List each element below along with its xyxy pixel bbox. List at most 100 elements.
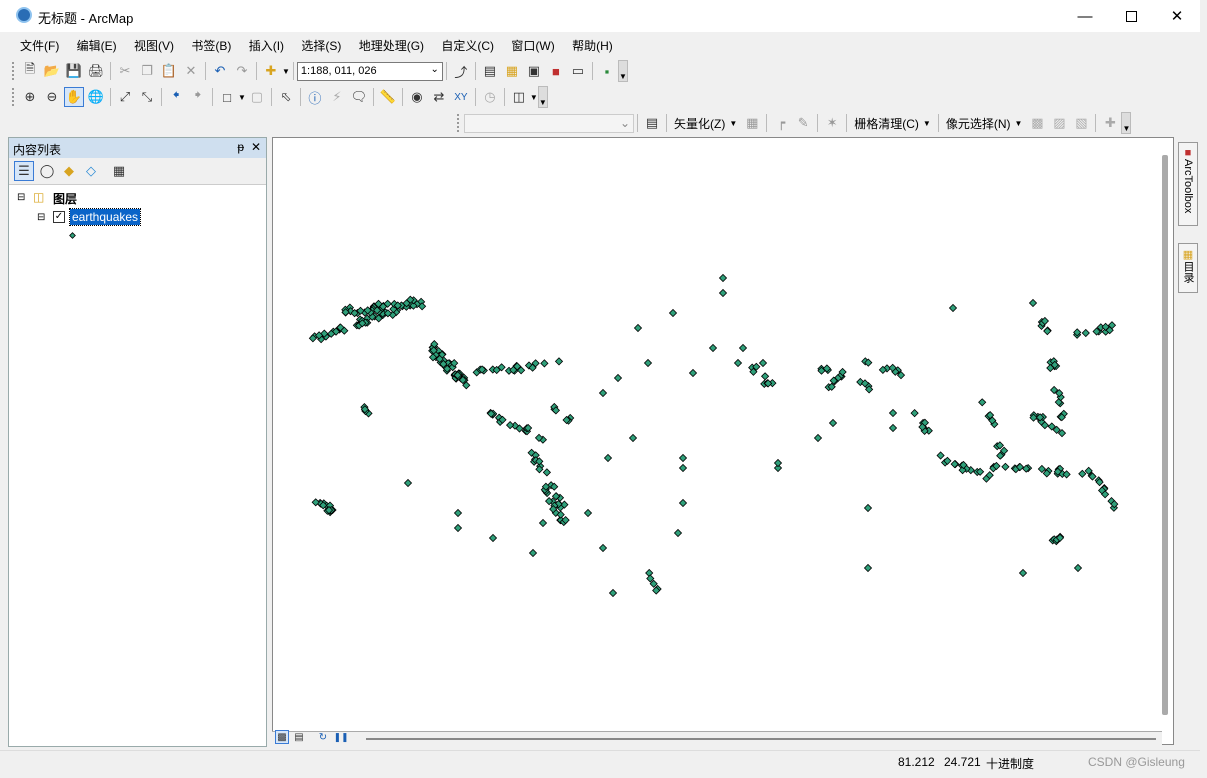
arctoolbox-dock-tab[interactable]: ■ ArcToolbox	[1178, 142, 1198, 226]
toolbar-options-chevron[interactable]: ▼	[537, 86, 548, 108]
refresh-icon[interactable]: ↻	[316, 730, 330, 744]
menu-help[interactable]: 帮助(H)	[565, 34, 620, 54]
data-view-icon[interactable]: ▩	[275, 730, 289, 744]
map-scale-combo[interactable]: 1:188, 011, 026 ⌄	[296, 61, 443, 81]
find-binoculars-icon[interactable]: ◉	[407, 87, 427, 107]
menu-insert[interactable]: 插入(I)	[242, 34, 291, 54]
layout-view-icon[interactable]: ▤	[292, 730, 306, 744]
zoom-out-icon[interactable]: ⊖	[42, 87, 62, 107]
full-extent-globe-icon[interactable]: 🌐	[86, 87, 106, 107]
catalog-icon[interactable]: ▦	[502, 61, 522, 81]
catalog-dock-tab[interactable]: ▦ 目录	[1178, 243, 1198, 293]
pan-hand-icon[interactable]: ✋	[64, 87, 84, 107]
generate-features-icon[interactable]: ✶	[822, 113, 842, 133]
map-view-bar: ▩ ▤ ↻ ❚❚	[272, 730, 1162, 747]
arctoolbox-icon[interactable]: ■	[546, 61, 566, 81]
catalog-tab-label: 目录	[1182, 261, 1194, 283]
raster-layer-combo[interactable]: ⌄	[464, 113, 634, 133]
clear-selection-icon[interactable]: ▢	[247, 87, 267, 107]
toolbar-grip[interactable]	[12, 88, 15, 106]
identify-icon[interactable]: ⓘ	[305, 87, 325, 107]
go-to-xy-icon[interactable]: XY	[451, 87, 471, 107]
toolbar-options-chevron[interactable]: ▼	[1121, 112, 1132, 134]
menu-windows[interactable]: 窗口(W)	[504, 34, 561, 54]
earthquake-point	[488, 533, 498, 543]
select-elements-arrow-icon[interactable]: ⬁	[276, 87, 296, 107]
raster-painting-icon[interactable]: ✚	[1100, 113, 1120, 133]
menu-geoprocessing[interactable]: 地理处理(G)	[352, 34, 431, 54]
fixed-zoom-out-icon[interactable]: ⤡	[137, 87, 157, 107]
time-slider-icon[interactable]: ◷	[480, 87, 500, 107]
zoom-in-icon[interactable]: ⊕	[20, 87, 40, 107]
earthquake-point	[978, 398, 987, 407]
toolbar-grip[interactable]	[457, 114, 460, 132]
undo-icon[interactable]: ↶	[210, 61, 230, 81]
layer-name-earthquakes[interactable]: earthquakes	[68, 208, 142, 226]
html-popup-icon[interactable]: 🗨	[349, 87, 369, 107]
pencil-icon[interactable]: ✎	[793, 113, 813, 133]
collapse-layers-icon[interactable]: ⊟	[17, 192, 25, 203]
editor-toolbar-icon[interactable]: ⤴	[451, 61, 471, 81]
raster-snapping-icon[interactable]: ▤	[642, 113, 662, 133]
menu-selection[interactable]: 选择(S)	[294, 34, 348, 54]
python-window-icon[interactable]: ▭	[568, 61, 588, 81]
menu-bookmarks[interactable]: 书签(B)	[184, 34, 238, 54]
pause-drawing-icon[interactable]: ❚❚	[333, 730, 348, 744]
redo-icon[interactable]: ↷	[232, 61, 252, 81]
toolbar-grip[interactable]	[12, 62, 15, 80]
delete-icon[interactable]: ✕	[181, 61, 201, 81]
copy-icon[interactable]: ❐	[137, 61, 157, 81]
add-data-icon[interactable]: ✚	[261, 61, 281, 81]
list-by-selection-icon[interactable]: ◇	[81, 161, 101, 181]
cell-selection-menu[interactable]: 像元选择(N)	[942, 115, 1015, 132]
earthquake-point	[738, 343, 748, 353]
earthquake-point	[643, 358, 653, 368]
back-arrow-icon[interactable]: 🠸	[166, 87, 186, 107]
layers-group-label[interactable]: 图层	[53, 190, 77, 207]
raster-cleanup-grid-icon[interactable]: ▦	[742, 113, 762, 133]
close-button[interactable]: ✕	[1154, 0, 1200, 32]
vectorization-trace-icon[interactable]: ┍	[771, 113, 791, 133]
save-icon[interactable]: 💾	[64, 61, 84, 81]
menu-view[interactable]: 视图(V)	[127, 34, 181, 54]
measure-ruler-icon[interactable]: 📏	[378, 87, 398, 107]
print-icon[interactable]: 🖨	[86, 61, 106, 81]
find-connected-cells-icon[interactable]: ▧	[1071, 113, 1091, 133]
open-folder-icon[interactable]: 📂	[42, 61, 62, 81]
map-vertical-scrollbar[interactable]	[1162, 155, 1168, 715]
menu-edit[interactable]: 编辑(E)	[70, 34, 124, 54]
menu-file[interactable]: 文件(F)	[13, 34, 66, 54]
select-connected-cells-icon[interactable]: ▩	[1027, 113, 1047, 133]
maximize-button[interactable]	[1108, 0, 1154, 32]
close-icon[interactable]: ✕	[251, 140, 261, 154]
collapse-layer-icon[interactable]: ⊟	[37, 212, 45, 223]
search-window-icon[interactable]: ▣	[524, 61, 544, 81]
forward-arrow-icon[interactable]: 🠺	[188, 87, 208, 107]
toc-options-icon[interactable]: ▦	[109, 161, 129, 181]
menu-customize[interactable]: 自定义(C)	[434, 34, 501, 54]
list-by-source-icon[interactable]: ◯	[37, 161, 57, 181]
find-route-icon[interactable]: ⇄	[429, 87, 449, 107]
pin-icon[interactable]: ᵽ	[237, 140, 244, 154]
layer-visibility-checkbox[interactable]: ✓	[53, 211, 65, 223]
map-view[interactable]	[272, 137, 1174, 745]
hyperlink-icon[interactable]: ⚡	[327, 87, 347, 107]
list-by-drawing-order-icon[interactable]: ☰	[14, 161, 34, 181]
coordinate-x: 81.212	[898, 755, 935, 769]
list-by-visibility-icon[interactable]: ◆	[59, 161, 79, 181]
minimize-button[interactable]: —	[1062, 0, 1108, 32]
model-builder-icon[interactable]: ▪	[597, 61, 617, 81]
raster-cleanup-menu[interactable]: 栅格清理(C)	[850, 115, 923, 132]
new-document-icon[interactable]: 🗎	[20, 61, 40, 81]
map-horizontal-scrollbar[interactable]	[366, 738, 1156, 740]
paste-icon[interactable]: 📋	[159, 61, 179, 81]
table-of-contents-icon[interactable]: ▤	[480, 61, 500, 81]
interactive-selection-icon[interactable]: ▨	[1049, 113, 1069, 133]
toolbar-options-chevron[interactable]: ▼	[617, 60, 628, 82]
status-bar: 81.212 24.721 十进制度 CSDN @Gisleung	[0, 750, 1200, 772]
fixed-zoom-in-icon[interactable]: ⤢	[115, 87, 135, 107]
cut-icon[interactable]: ✂	[115, 61, 135, 81]
vectorize-menu[interactable]: 矢量化(Z)	[670, 115, 729, 132]
create-viewer-window-icon[interactable]: ◫	[509, 87, 529, 107]
select-features-icon[interactable]: □	[217, 87, 237, 107]
